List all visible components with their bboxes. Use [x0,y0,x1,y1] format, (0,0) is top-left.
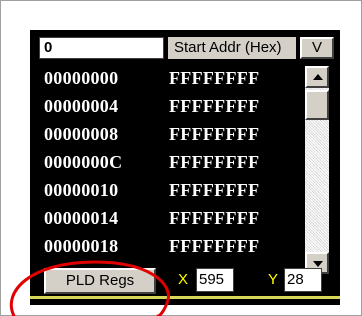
memory-list[interactable]: 00000000 FFFFFFFF 00000004 FFFFFFFF 000000… [42,66,304,266]
vertical-scrollbar[interactable] [305,66,329,274]
memory-address: 0000000C [44,152,123,172]
memory-address: 00000010 [44,180,119,200]
memory-row[interactable]: 00000018 FFFFFFFF [44,234,259,258]
y-coordinate-field[interactable]: 28 [284,268,322,292]
memory-row[interactable]: 00000010 FFFFFFFF [44,178,259,202]
memory-address: 00000008 [44,124,119,144]
pld-regs-button[interactable]: PLD Regs [44,268,156,294]
memory-value: FFFFFFFF [169,236,260,256]
memory-address: 00000000 [44,68,119,88]
scroll-up-button[interactable] [305,66,329,88]
memory-row[interactable]: 00000014 FFFFFFFF [44,206,259,230]
memory-row[interactable]: 0000000C FFFFFFFF [44,150,259,174]
memory-value: FFFFFFFF [169,208,260,228]
start-address-input[interactable]: 0 [39,37,164,59]
memory-value: FFFFFFFF [169,96,260,116]
memory-value: FFFFFFFF [169,124,260,144]
arrow-up-icon [313,74,323,80]
x-coordinate-field[interactable]: 595 [196,268,234,292]
memory-address: 00000014 [44,208,119,228]
memory-row[interactable]: 00000000 FFFFFFFF [44,66,259,90]
y-coordinate-label: Y [267,271,278,288]
memory-address: 00000018 [44,236,119,256]
memory-value: FFFFFFFF [169,152,260,172]
view-button[interactable]: V [300,37,334,59]
arrow-down-icon [313,261,323,267]
x-coordinate-label: X [177,271,188,288]
memory-row[interactable]: 00000004 FFFFFFFF [44,94,259,118]
memory-row[interactable]: 00000008 FFFFFFFF [44,122,259,146]
status-divider [30,296,340,299]
memory-value: FFFFFFFF [169,68,260,88]
scroll-thumb[interactable] [305,90,329,120]
memory-address: 00000004 [44,96,119,116]
start-address-label: Start Addr (Hex) [168,37,296,59]
memory-value: FFFFFFFF [169,180,260,200]
